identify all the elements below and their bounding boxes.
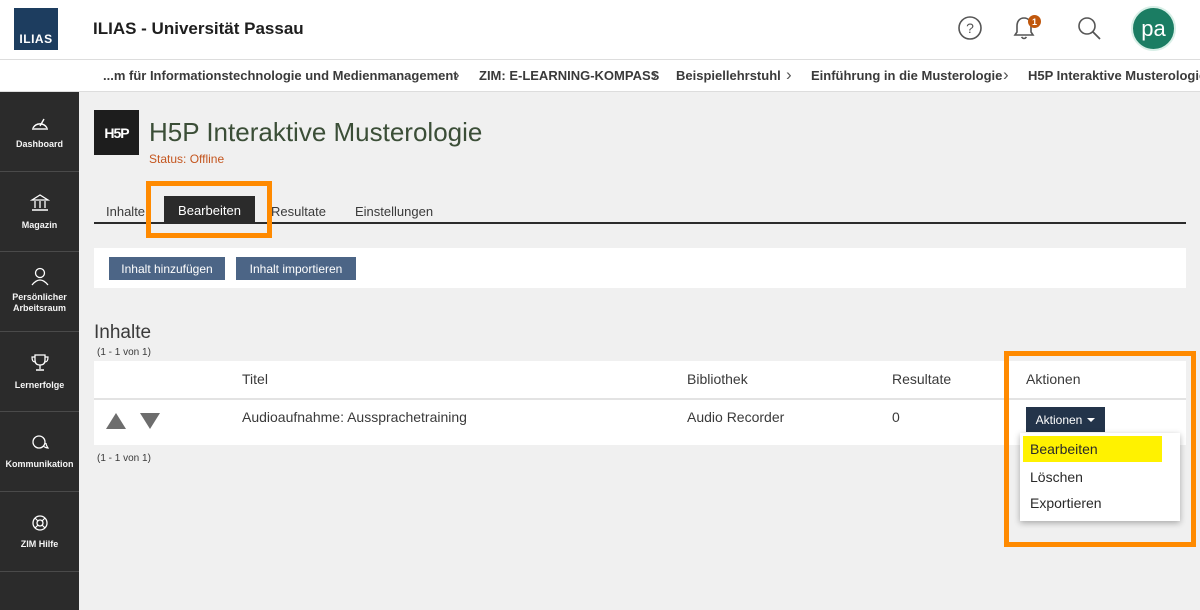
tab-einstellungen[interactable]: Einstellungen bbox=[355, 204, 433, 219]
user-icon bbox=[0, 266, 79, 286]
annotation-highlight-frame bbox=[1004, 351, 1196, 547]
section-title: Inhalte bbox=[94, 322, 152, 343]
main-sidebar: Dashboard Magazin Persönlicher Arbeitsra… bbox=[0, 92, 79, 610]
sidebar-item-zim-help[interactable]: ZIM Hilfe bbox=[0, 492, 79, 572]
app-title: ILIAS - Universität Passau bbox=[93, 19, 304, 38]
sidebar-item-learning-success[interactable]: Lernerfolge bbox=[0, 332, 79, 412]
breadcrumb-item[interactable]: Beispiellehrstuhl bbox=[676, 68, 781, 83]
toolbar: Inhalt hinzufügen Inhalt importieren bbox=[94, 248, 1186, 288]
sidebar-item-communication[interactable]: Kommunikation bbox=[0, 412, 79, 492]
breadcrumb-item[interactable]: Einführung in die Musterologie bbox=[811, 68, 1002, 83]
notification-bell-icon[interactable]: 1 bbox=[1008, 12, 1041, 44]
move-up-arrow-icon[interactable] bbox=[106, 413, 126, 429]
tab-resultate[interactable]: Resultate bbox=[271, 204, 326, 219]
svg-text:?: ? bbox=[966, 20, 974, 36]
search-icon[interactable] bbox=[1073, 12, 1105, 44]
notification-badge: 1 bbox=[1028, 15, 1041, 28]
h5p-object-icon: H5P bbox=[94, 110, 139, 155]
sidebar-item-label: Kommunikation bbox=[5, 459, 74, 469]
breadcrumb-item[interactable]: ZIM: E-LEARNING-KOMPASS bbox=[479, 68, 659, 83]
import-content-button[interactable]: Inhalt importieren bbox=[236, 257, 356, 280]
dashboard-icon bbox=[0, 112, 79, 132]
page-title: H5P Interaktive Musterologie bbox=[149, 117, 483, 147]
sidebar-item-magazin[interactable]: Magazin bbox=[0, 172, 79, 252]
column-header-library[interactable]: Bibliothek bbox=[687, 371, 748, 387]
chevron-right-icon: › bbox=[1003, 65, 1009, 84]
sidebar-item-label: ZIM Hilfe bbox=[20, 539, 59, 549]
sidebar-item-label: Magazin bbox=[21, 220, 58, 230]
lifebuoy-icon bbox=[0, 513, 79, 533]
repository-icon bbox=[0, 193, 79, 213]
ilias-logo[interactable]: ILIAS bbox=[14, 8, 58, 50]
tab-inhalte[interactable]: Inhalte bbox=[106, 204, 145, 219]
pagination-count: (1 - 1 von 1) bbox=[97, 453, 151, 464]
row-library: Audio Recorder bbox=[687, 409, 785, 425]
row-results: 0 bbox=[892, 409, 900, 425]
sidebar-item-dashboard[interactable]: Dashboard bbox=[0, 92, 79, 172]
sidebar-item-label: Dashboard bbox=[15, 139, 63, 149]
sidebar-item-personal-workspace[interactable]: Persönlicher Arbeitsraum bbox=[0, 252, 79, 332]
help-icon[interactable]: ? bbox=[954, 12, 986, 44]
add-content-button[interactable]: Inhalt hinzufügen bbox=[109, 257, 225, 280]
row-title: Audioaufnahme: Aussprachetraining bbox=[242, 409, 467, 425]
move-down-arrow-icon[interactable] bbox=[140, 413, 160, 429]
chat-icon bbox=[0, 433, 79, 453]
pagination-count: (1 - 1 von 1) bbox=[97, 347, 151, 358]
breadcrumb-item[interactable]: ...m für Informationstechnologie und Med… bbox=[103, 68, 458, 83]
user-avatar[interactable]: pa bbox=[1131, 6, 1176, 51]
annotation-highlight-frame bbox=[146, 181, 272, 238]
trophy-icon bbox=[0, 353, 79, 373]
breadcrumb-item-current[interactable]: H5P Interaktive Musterologie bbox=[1028, 68, 1200, 83]
status-text: Status: Offline bbox=[149, 152, 225, 166]
breadcrumb: ...m für Informationstechnologie und Med… bbox=[0, 60, 1200, 92]
top-header: ILIAS ILIAS - Universität Passau ? 1 pa bbox=[0, 0, 1200, 60]
column-header-title[interactable]: Titel bbox=[242, 371, 268, 387]
chevron-right-icon: › bbox=[786, 65, 792, 84]
sidebar-item-label: Persönlicher Arbeitsraum bbox=[12, 292, 67, 313]
sidebar-item-label: Lernerfolge bbox=[14, 380, 65, 390]
chevron-right-icon: › bbox=[454, 65, 460, 84]
column-header-results[interactable]: Resultate bbox=[892, 371, 951, 387]
chevron-right-icon: › bbox=[652, 65, 658, 84]
